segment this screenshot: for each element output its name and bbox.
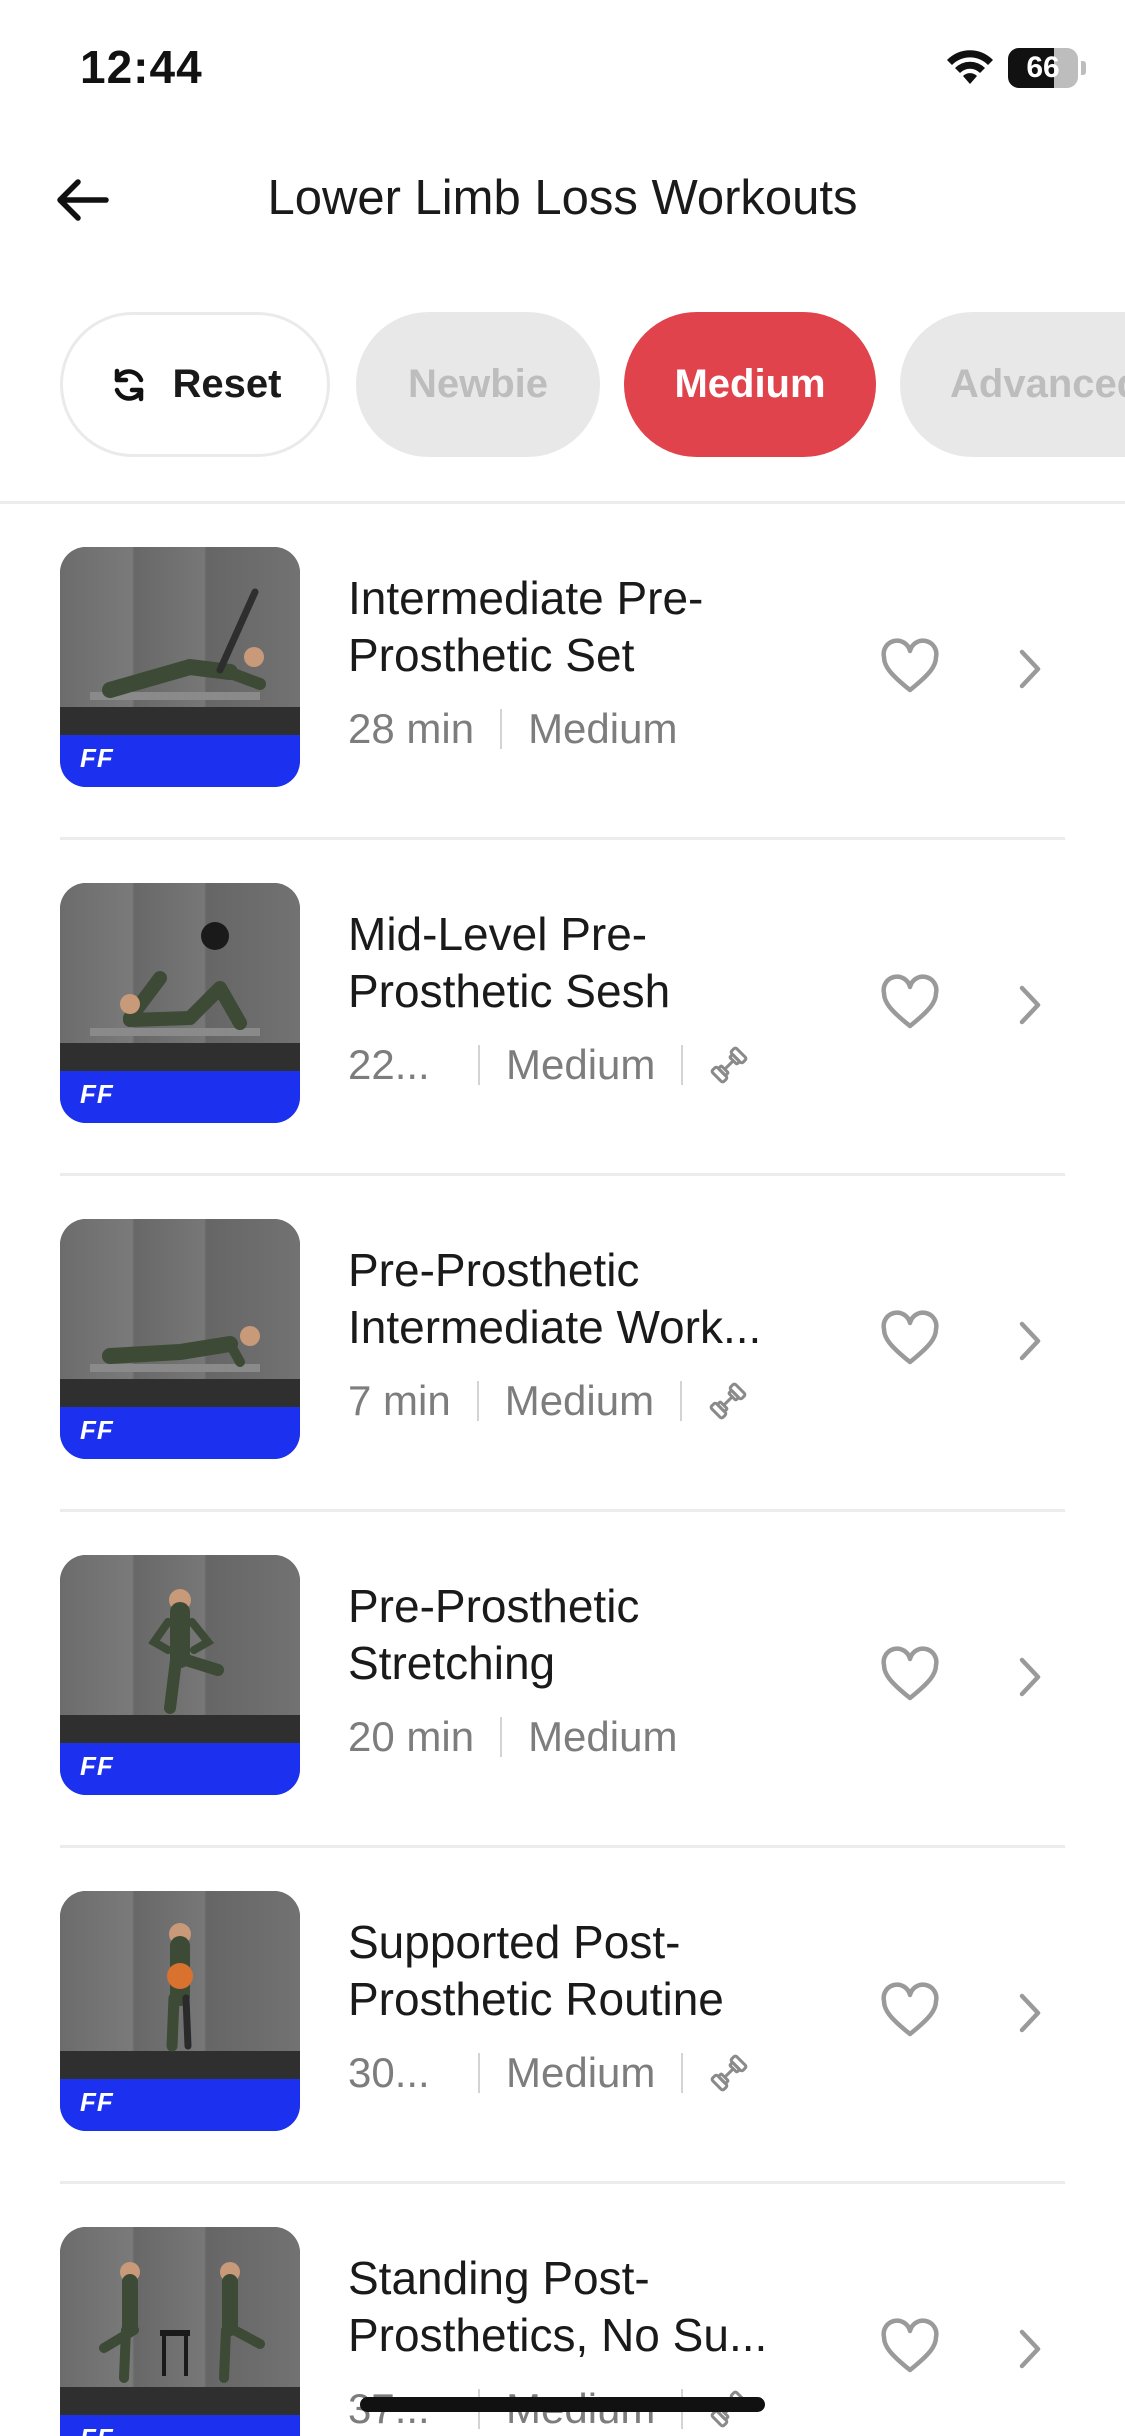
chevron-right-icon[interactable]	[1010, 1988, 1050, 2038]
workout-row[interactable]: FF Intermediate Pre-Prosthetic Set 28 mi…	[0, 504, 1125, 840]
chevron-right-icon[interactable]	[1010, 644, 1050, 694]
workout-title: Standing Post-Prosthetics, No Su...	[348, 2252, 768, 2361]
workout-thumbnail: FF	[60, 1891, 300, 2131]
workout-title: Intermediate Pre-Prosthetic Set	[348, 572, 704, 681]
brand-logo: FF	[80, 743, 114, 773]
heart-icon[interactable]	[880, 974, 940, 1034]
battery-level: 66	[1026, 51, 1060, 84]
status-time: 12:44	[80, 41, 203, 93]
workout-duration: 20 min	[348, 1713, 475, 1760]
workout-meta: 30... Medium	[348, 2048, 749, 2098]
workout-row[interactable]: FF Mid-Level Pre-Prosthetic Sesh 22... M…	[0, 840, 1125, 1176]
workout-thumbnail: FF	[60, 1219, 300, 1459]
difficulty-filters: Reset Newbie Medium Advanced	[0, 312, 1125, 457]
workout-meta: 20 min Medium	[348, 1712, 677, 1762]
reset-label: Reset	[172, 362, 282, 406]
workout-meta: 22... Medium	[348, 1040, 749, 1090]
brand-logo: FF	[80, 2087, 114, 2117]
workout-title: Mid-Level Pre-Prosthetic Sesh	[348, 908, 671, 1017]
wifi-icon	[947, 50, 993, 84]
filter-chip-advanced[interactable]: Advanced	[900, 312, 1125, 457]
workout-thumbnail: FF	[60, 1555, 300, 1795]
workout-thumbnail: FF	[60, 2227, 300, 2436]
workout-duration: 28 min	[348, 705, 475, 752]
heart-icon[interactable]	[880, 1646, 940, 1706]
workout-level: Medium	[528, 705, 678, 752]
heart-icon[interactable]	[880, 1310, 940, 1370]
workout-title: Supported Post-Prosthetic Routine	[348, 1916, 724, 2025]
workout-level: Medium	[528, 1713, 678, 1760]
filter-chip-medium[interactable]: Medium	[624, 312, 876, 457]
workout-level: Medium	[506, 2049, 656, 2096]
workout-row[interactable]: FF Supported Post-Prosthetic Routine 30.…	[0, 1848, 1125, 2184]
page-title: Lower Limb Loss Workouts	[267, 171, 858, 225]
brand-logo: FF	[80, 1079, 114, 1109]
workout-duration: 30...	[348, 2049, 430, 2096]
header: Lower Limb Loss Workouts	[0, 140, 1125, 260]
workout-title: Pre-Prosthetic Stretching	[348, 1580, 640, 1689]
refresh-icon	[114, 368, 143, 401]
workout-duration: 7 min	[348, 1377, 451, 1424]
heart-icon[interactable]	[880, 1982, 940, 2042]
workout-level: Medium	[506, 1041, 656, 1088]
workout-thumbnail: FF	[60, 547, 300, 787]
home-indicator[interactable]	[360, 2397, 765, 2412]
chevron-right-icon[interactable]	[1010, 2324, 1050, 2374]
workout-row[interactable]: FF Pre-Prosthetic Intermediate Work... 7…	[0, 1176, 1125, 1512]
workout-thumbnail: FF	[60, 883, 300, 1123]
chevron-right-icon[interactable]	[1010, 1316, 1050, 1366]
dumbbell-icon	[709, 1382, 747, 1420]
battery-icon: 66	[1008, 48, 1086, 88]
brand-logo: FF	[80, 1751, 114, 1781]
workout-title: Pre-Prosthetic Intermediate Work...	[348, 1244, 762, 1353]
filter-chip-newbie[interactable]: Newbie	[356, 312, 600, 457]
workout-duration: 22...	[348, 1041, 430, 1088]
chevron-right-icon[interactable]	[1010, 980, 1050, 1030]
brand-logo: FF	[80, 2423, 114, 2436]
workout-meta: 28 min Medium	[348, 704, 677, 754]
status-bar: 12:44 66	[0, 0, 1125, 140]
workout-row[interactable]: FF Pre-Prosthetic Stretching 20 min Medi…	[0, 1512, 1125, 1848]
chevron-right-icon[interactable]	[1010, 1652, 1050, 1702]
reset-filter-button[interactable]: Reset	[60, 312, 330, 457]
dumbbell-icon	[711, 1046, 748, 1084]
brand-logo: FF	[80, 1415, 114, 1445]
heart-icon[interactable]	[880, 638, 940, 698]
dumbbell-icon	[711, 2054, 748, 2092]
workout-level: Medium	[504, 1377, 655, 1424]
workout-meta: 7 min Medium	[348, 1376, 748, 1426]
heart-icon[interactable]	[880, 2318, 940, 2378]
